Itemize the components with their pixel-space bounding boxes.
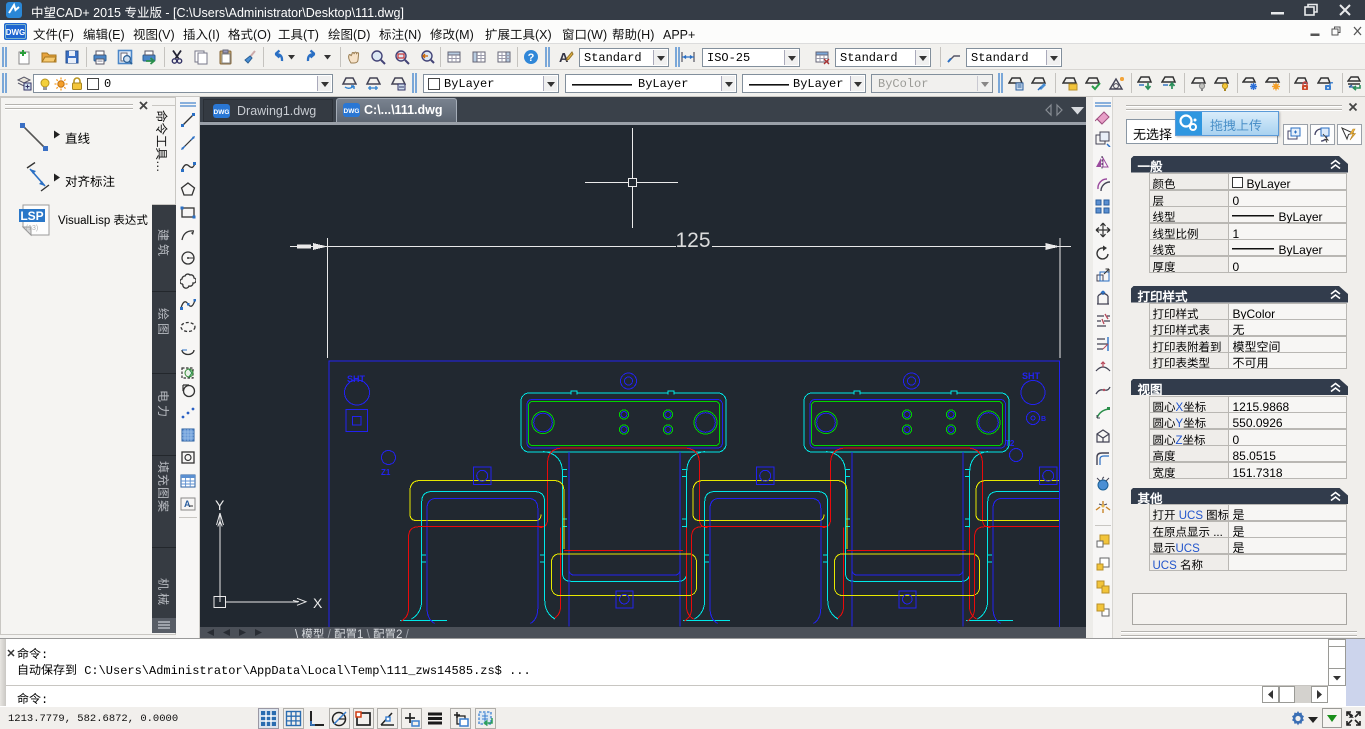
svg-text:DWG: DWG xyxy=(214,109,230,116)
svg-text:SHT: SHT xyxy=(1022,371,1041,381)
svg-text:SHT: SHT xyxy=(347,374,366,384)
svg-text:125: 125 xyxy=(675,229,710,252)
svg-text:?: ? xyxy=(528,52,535,64)
svg-text:DWG: DWG xyxy=(344,108,360,115)
svg-text:Z1: Z1 xyxy=(381,468,391,477)
svg-text:DWG: DWG xyxy=(6,28,26,37)
svg-text:X: X xyxy=(313,595,323,611)
svg-text:A: A xyxy=(184,499,191,509)
svg-text:(13): (13) xyxy=(26,225,38,232)
svg-text:LSP: LSP xyxy=(20,209,43,223)
svg-text:B: B xyxy=(1041,416,1046,423)
svg-text:T2: T2 xyxy=(1005,439,1015,448)
svg-text:Y: Y xyxy=(215,497,225,513)
